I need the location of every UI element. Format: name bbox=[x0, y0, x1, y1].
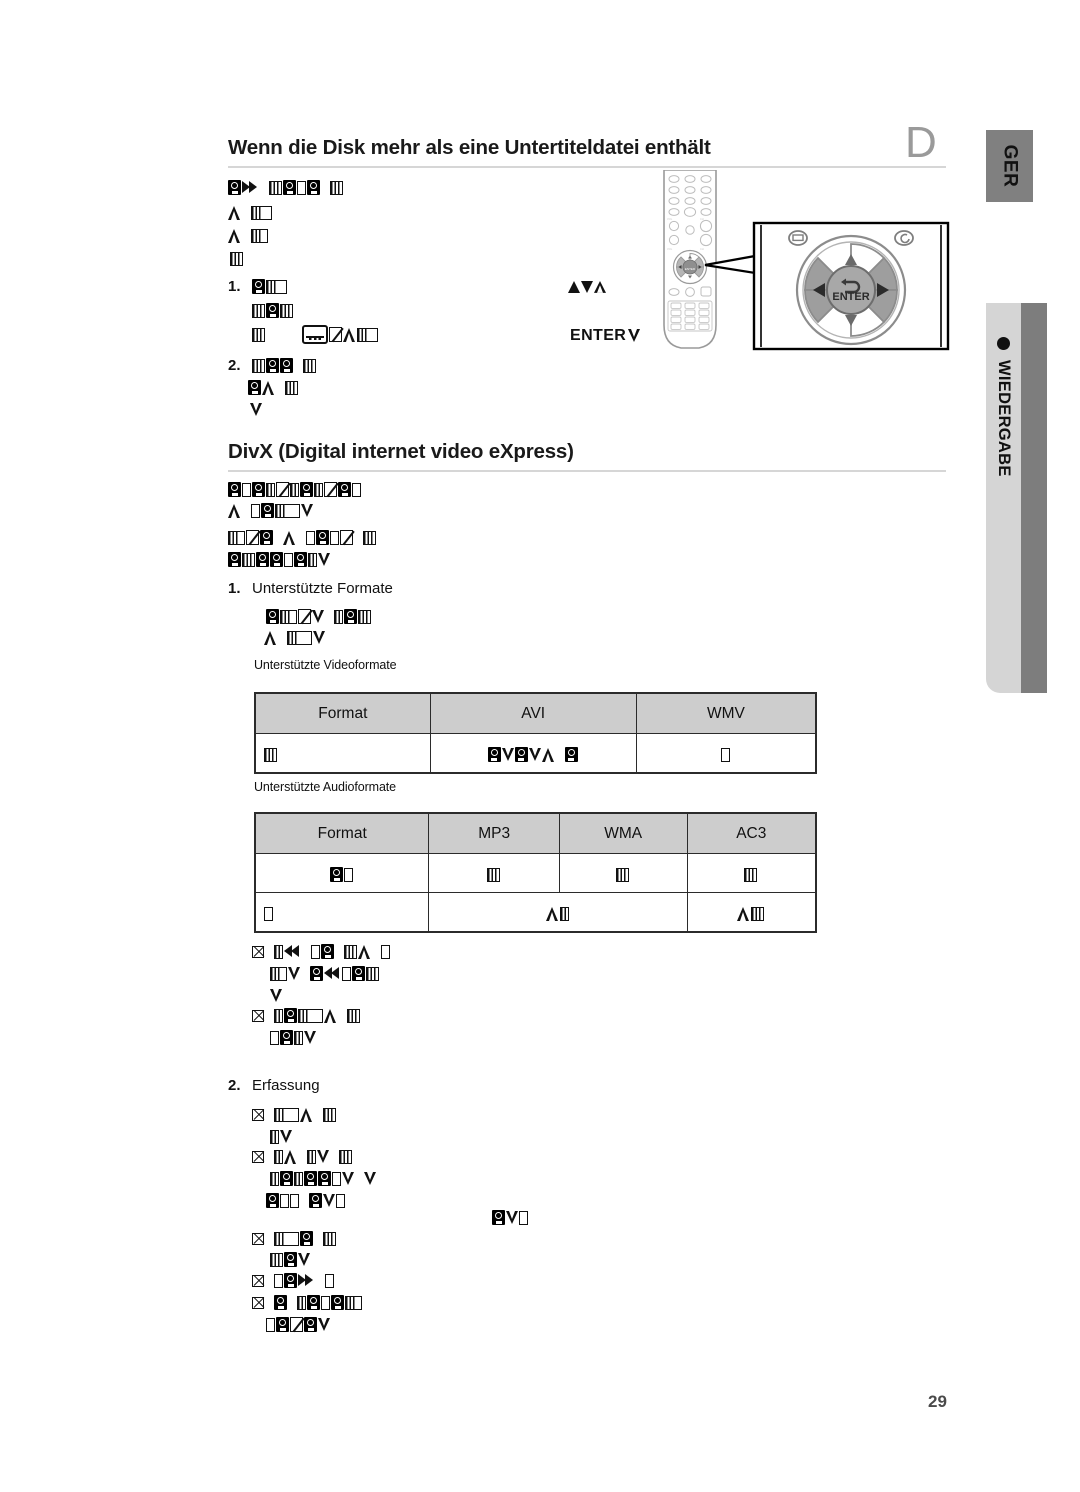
table-header-row: Format AVI WMV bbox=[254, 692, 817, 734]
callout-detail: ENTER bbox=[752, 221, 950, 351]
audio-header-format: Format bbox=[254, 812, 430, 854]
step-1-text bbox=[252, 301, 294, 319]
capture-line bbox=[252, 1229, 337, 1247]
step-1-text bbox=[252, 277, 288, 295]
page-number: 29 bbox=[928, 1392, 947, 1411]
language-tab-label: GER bbox=[999, 144, 1021, 188]
table-row bbox=[254, 733, 817, 774]
remote-navigation-ring: ENTER bbox=[672, 249, 708, 285]
step-2-text bbox=[248, 378, 299, 396]
capture-line bbox=[252, 1293, 363, 1311]
video-header-format: Format bbox=[254, 692, 431, 734]
capture-number: 2. bbox=[228, 1077, 241, 1094]
divx-section-title: DivX (Digital internet video eXpress) bbox=[228, 440, 574, 463]
step-2-number: 2. bbox=[228, 357, 241, 374]
capture-line bbox=[252, 1147, 353, 1165]
svg-text:ENTER: ENTER bbox=[832, 291, 869, 303]
cursor-keys-label bbox=[568, 276, 608, 296]
body-text-line bbox=[230, 249, 244, 267]
enter-key-label: ENTER bbox=[570, 327, 641, 345]
page-title: Wenn die Disk mehr als eine Untertitelda… bbox=[228, 136, 711, 159]
capture-line bbox=[252, 1105, 337, 1123]
formats-label: Unterstützte Formate bbox=[252, 580, 393, 597]
capture-line bbox=[252, 1271, 335, 1289]
language-tab: GER bbox=[986, 130, 1033, 202]
video-cell-wmv bbox=[635, 733, 817, 774]
video-cell-label bbox=[254, 733, 431, 774]
capture-line bbox=[266, 1191, 346, 1209]
capture-label: Erfassung bbox=[252, 1077, 320, 1094]
bullet-line bbox=[270, 964, 380, 982]
audio-cell-label bbox=[254, 853, 430, 893]
audio-format-table: Format MP3 WMA AC3 bbox=[254, 812, 817, 933]
audio-header-wma: WMA bbox=[558, 812, 688, 854]
step-2-text bbox=[250, 400, 263, 418]
divx-title-divider bbox=[228, 470, 946, 472]
body-text-line bbox=[228, 203, 273, 221]
table-row bbox=[254, 853, 817, 893]
capture-line bbox=[266, 1315, 331, 1333]
audio-header-ac3: AC3 bbox=[686, 812, 817, 854]
divx-body-line bbox=[228, 480, 362, 498]
table-header-row: Format MP3 WMA AC3 bbox=[254, 812, 817, 854]
divx-body-line bbox=[228, 528, 377, 546]
audio-cell-wma bbox=[558, 853, 688, 893]
step-2-text bbox=[252, 356, 317, 374]
divx-body-line bbox=[228, 501, 314, 519]
capture-line bbox=[270, 1127, 293, 1145]
step-1-text bbox=[252, 325, 379, 345]
audio-cell-ac3 bbox=[686, 853, 817, 893]
table-row bbox=[254, 892, 817, 933]
capture-line bbox=[270, 1169, 377, 1187]
section-tab-label: WIEDERGABE bbox=[995, 360, 1013, 477]
formats-body-line bbox=[264, 628, 326, 646]
remote-body: VOL CH VOL CH ENTER bbox=[663, 169, 717, 349]
svg-text:VOL: VOL bbox=[667, 247, 673, 251]
bullet-line bbox=[270, 1028, 317, 1046]
section-tab-bullet bbox=[997, 337, 1010, 350]
remote-control-diagram: VOL CH VOL CH ENTER ENTER bbox=[655, 169, 965, 362]
bullet-line bbox=[252, 942, 391, 960]
capture-line bbox=[270, 1250, 311, 1268]
svg-text:CH: CH bbox=[700, 217, 704, 221]
video-header-avi: AVI bbox=[429, 692, 637, 734]
disc-type-marker: D bbox=[905, 118, 937, 167]
audio-header-mp3: MP3 bbox=[428, 812, 560, 854]
svg-text:ENTER: ENTER bbox=[685, 267, 696, 271]
audio-cell-ac3-2 bbox=[686, 892, 817, 933]
step-1-number: 1. bbox=[228, 278, 241, 295]
svg-text:VOL: VOL bbox=[667, 217, 673, 221]
body-text-line bbox=[228, 178, 344, 196]
formats-body-line bbox=[266, 607, 372, 625]
section-tab-strip bbox=[1021, 303, 1047, 693]
manual-page: Wenn die Disk mehr als eine Untertitelda… bbox=[0, 0, 1080, 1492]
video-format-table: Format AVI WMV bbox=[254, 692, 817, 774]
divx-body-line bbox=[228, 550, 331, 568]
svg-text:CH: CH bbox=[700, 247, 704, 251]
video-header-wmv: WMV bbox=[635, 692, 817, 734]
formats-number: 1. bbox=[228, 580, 241, 597]
bullet-line bbox=[270, 986, 283, 1004]
audio-cell-merged bbox=[428, 892, 688, 933]
video-cell-avi bbox=[429, 733, 637, 774]
body-text-line bbox=[228, 226, 269, 244]
title-divider bbox=[228, 166, 946, 168]
bullet-line bbox=[252, 1006, 361, 1024]
video-table-caption: Unterstützte Videoformate bbox=[254, 658, 397, 672]
capture-line-inset bbox=[492, 1208, 529, 1226]
audio-cell-label-2 bbox=[254, 892, 430, 933]
audio-table-caption: Unterstützte Audioformate bbox=[254, 780, 397, 794]
audio-cell-mp3 bbox=[428, 853, 560, 893]
